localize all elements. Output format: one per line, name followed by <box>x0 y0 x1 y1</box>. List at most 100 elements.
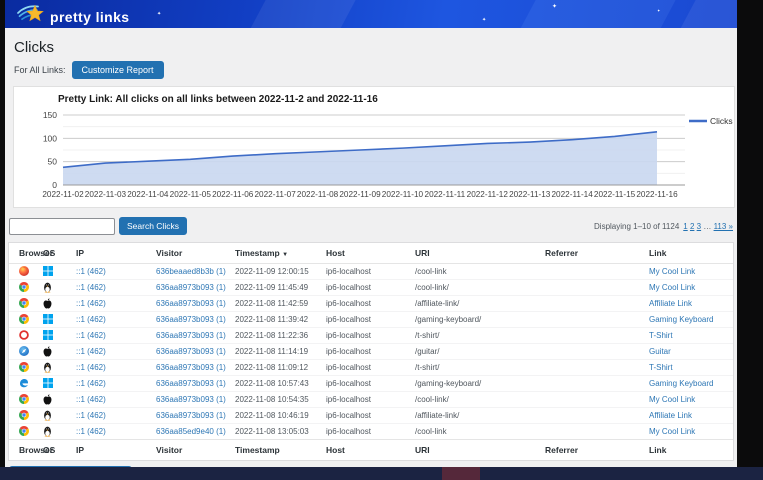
host-cell: ip6-localhost <box>326 312 415 328</box>
report-scope-row: For All Links: Customize Report <box>14 61 737 79</box>
pretty-link-link[interactable]: My Cool Link <box>649 427 695 436</box>
visitor-link[interactable]: 636aa8973b093 (1) <box>156 411 226 420</box>
customize-report-button[interactable]: Customize Report <box>72 61 164 79</box>
pretty-link-link[interactable]: Gaming Keyboard <box>649 379 713 388</box>
visitor-link[interactable]: 636aa8973b093 (1) <box>156 283 226 292</box>
visitor-link[interactable]: 636aa8973b093 (1) <box>156 395 226 404</box>
referrer-cell <box>545 328 649 344</box>
referrer-cell <box>545 264 649 280</box>
host-cell: ip6-localhost <box>326 376 415 392</box>
timestamp-cell: 2022-11-08 13:05:03 <box>235 424 326 440</box>
brand-logo-text: pretty links <box>50 9 130 25</box>
ip-link[interactable]: ::1 (462) <box>76 283 106 292</box>
ip-link[interactable]: ::1 (462) <box>76 299 106 308</box>
pretty-link-link[interactable]: T-Shirt <box>649 363 673 372</box>
pretty-link-link[interactable]: Affiliate Link <box>649 411 692 420</box>
search-input[interactable] <box>9 218 115 235</box>
pretty-link-link[interactable]: Guitar <box>649 347 671 356</box>
clicks-table-body: ::1 (462) 636beaaed8b3b (1) 2022-11-09 12:… <box>9 264 733 440</box>
table-row: ::1 (462)636aa8973b093 (1)2022-11-08 11:… <box>9 296 733 312</box>
pretty-link-link[interactable]: Gaming Keyboard <box>649 315 713 324</box>
timestamp-cell: 2022-11-09 11:45:49 <box>235 280 326 296</box>
visitor-link[interactable]: 636aa8973b093 (1) <box>156 331 226 340</box>
clicks-chart-card: Pretty Link: All clicks on all links bet… <box>13 86 735 208</box>
apple-os-icon <box>43 346 53 357</box>
column-header-uri[interactable]: URI <box>415 440 545 461</box>
displaying-text: Displaying 1–10 of 1124 <box>594 222 679 231</box>
uri-cell: /affiliate-link/ <box>415 296 545 312</box>
referrer-cell <box>545 360 649 376</box>
timestamp-cell: 2022-11-09 12:00:15 <box>235 264 326 280</box>
svg-text:2022-11-09: 2022-11-09 <box>339 190 381 199</box>
column-header-link[interactable]: Link <box>649 440 733 461</box>
host-cell: ip6-localhost <box>326 344 415 360</box>
visitor-link[interactable]: 636aa8973b093 (1) <box>156 379 226 388</box>
visitor-link[interactable]: 636aa8973b093 (1) <box>156 299 226 308</box>
page-link-2[interactable]: 2 <box>690 222 694 231</box>
pretty-link-link[interactable]: T-Shirt <box>649 331 673 340</box>
ip-link[interactable]: ::1 (462) <box>76 331 106 340</box>
svg-text:2022-11-13: 2022-11-13 <box>509 190 551 199</box>
chrome-browser-icon <box>19 426 29 437</box>
page-link-1[interactable]: 1 <box>683 222 687 231</box>
page-link-last[interactable]: 113 » <box>714 222 733 231</box>
svg-text:2022-11-05: 2022-11-05 <box>170 190 212 199</box>
column-header-link[interactable]: Link <box>649 243 733 264</box>
visitor-link[interactable]: 636aa8973b093 (1) <box>156 315 226 324</box>
visitor-link[interactable]: 636aa85ed9e40 (1) <box>156 427 226 436</box>
pretty-link-link[interactable]: My Cool Link <box>649 395 695 404</box>
uri-cell: /t-shirt/ <box>415 328 545 344</box>
column-header-uri[interactable]: URI <box>415 243 545 264</box>
column-header-ip[interactable]: IP <box>76 440 156 461</box>
column-header-os[interactable]: OS <box>43 440 76 461</box>
table-row: ::1 (462) 636beaaed8b3b (1) 2022-11-09 12:… <box>9 264 733 280</box>
column-header-browser[interactable]: Browser <box>9 440 43 461</box>
chrome-browser-icon <box>19 410 29 421</box>
ip-link[interactable]: ::1 (462) <box>76 363 106 372</box>
ip-link[interactable]: ::1 (462) <box>76 427 106 436</box>
sort-desc-icon: ▼ <box>282 252 288 258</box>
pretty-link-link[interactable]: Affiliate Link <box>649 299 692 308</box>
ip-link[interactable]: ::1 (462) <box>76 315 106 324</box>
header-streak <box>239 0 361 28</box>
ip-link[interactable]: ::1 (462) <box>76 379 106 388</box>
ip-link[interactable]: ::1 (462) <box>76 411 106 420</box>
ip-link[interactable]: ::1 (462) <box>76 267 106 276</box>
column-header-ip[interactable]: IP <box>76 243 156 264</box>
host-cell: ip6-localhost <box>326 280 415 296</box>
timestamp-cell: 2022-11-08 11:22:36 <box>235 328 326 344</box>
table-row: ::1 (462)636aa8973b093 (1)2022-11-08 11:… <box>9 312 733 328</box>
opera-browser-icon <box>19 330 29 341</box>
sparkle-icon: ✦ <box>157 11 161 17</box>
column-header-visitor[interactable]: Visitor <box>156 243 235 264</box>
uri-cell: /affiliate-link/ <box>415 408 545 424</box>
column-header-referrer[interactable]: Referrer <box>545 243 649 264</box>
table-row: ::1 (462) 636aa8973b093 (1) 2022-11-09 11:… <box>9 280 733 296</box>
search-clicks-button[interactable]: Search Clicks <box>119 217 187 235</box>
column-header-os[interactable]: OS <box>43 243 76 264</box>
column-header-host[interactable]: Host <box>326 243 415 264</box>
column-header-referrer[interactable]: Referrer <box>545 440 649 461</box>
svg-text:2022-11-12: 2022-11-12 <box>467 190 509 199</box>
visitor-link[interactable]: 636aa8973b093 (1) <box>156 363 226 372</box>
pretty-link-link[interactable]: My Cool Link <box>649 267 695 276</box>
referrer-cell <box>545 408 649 424</box>
ip-link[interactable]: ::1 (462) <box>76 395 106 404</box>
pretty-link-link[interactable]: My Cool Link <box>649 283 695 292</box>
column-header-visitor[interactable]: Visitor <box>156 440 235 461</box>
column-header-timestamp[interactable]: Timestamp <box>235 440 326 461</box>
header-streak <box>509 0 681 28</box>
clicks-table: BrowserOSIPVisitorTimestamp ▼HostURIRefe… <box>9 243 733 460</box>
visitor-link[interactable]: 636beaaed8b3b (1) <box>156 267 226 276</box>
visitor-link[interactable]: 636aa8973b093 (1) <box>156 347 226 356</box>
column-header-browser[interactable]: Browser <box>9 243 43 264</box>
clicks-table-container: BrowserOSIPVisitorTimestamp ▼HostURIRefe… <box>8 242 734 461</box>
page-link-3[interactable]: 3 <box>697 222 701 231</box>
sparkle-icon: ✦ <box>657 8 660 13</box>
svg-text:150: 150 <box>43 110 57 120</box>
for-all-links-label: For All Links: <box>14 65 66 75</box>
column-header-host[interactable]: Host <box>326 440 415 461</box>
ip-link[interactable]: ::1 (462) <box>76 347 106 356</box>
column-header-timestamp[interactable]: Timestamp ▼ <box>235 243 326 264</box>
svg-text:2022-11-14: 2022-11-14 <box>552 190 594 199</box>
